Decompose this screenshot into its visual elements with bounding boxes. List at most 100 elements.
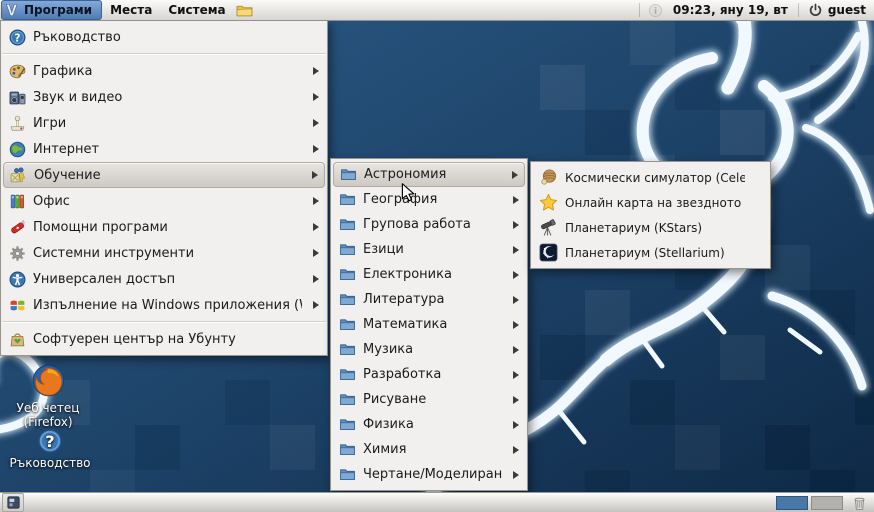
folder-icon	[339, 241, 356, 258]
menu-item[interactable]: Обучение	[3, 162, 325, 188]
menu-item[interactable]: Планетариум (KStars)	[531, 215, 770, 240]
submenu-arrow-icon	[313, 223, 319, 231]
menu-item[interactable]: Помощни програми	[1, 214, 327, 240]
applications-menu-label: Програми	[24, 3, 92, 17]
session-user-button[interactable]: guest	[803, 3, 874, 18]
desktop-icon-help[interactable]: ? Ръководство	[2, 428, 98, 470]
menu-item[interactable]: Изпълнение на Windows приложения (Wine)	[1, 292, 327, 318]
menu-item[interactable]: Групова работа	[331, 212, 527, 237]
sound-video-icon	[9, 89, 26, 106]
menu-item[interactable]: Чертане/Моделиране	[331, 462, 527, 487]
menu-item[interactable]: Математика	[331, 312, 527, 337]
folder-icon	[339, 391, 356, 408]
applications-menu-button[interactable]: Програми	[1, 0, 102, 20]
panel-menu-button[interactable]: Система	[160, 0, 233, 20]
folder-icon	[339, 266, 356, 283]
applications-menu: ? Ръководство Графика Звук и видео Игри	[0, 20, 328, 356]
trash-icon[interactable]	[851, 495, 868, 511]
star-icon	[539, 193, 558, 212]
panel-menu-button[interactable]: Места	[102, 0, 160, 20]
workspace-1[interactable]	[776, 496, 808, 510]
submenu-arrow-icon	[313, 197, 319, 205]
graphics-icon	[9, 63, 26, 80]
tray-separator	[639, 3, 640, 17]
software-center-icon	[9, 331, 26, 348]
folder-icon	[340, 166, 357, 183]
submenu-arrow-icon	[513, 296, 519, 304]
folder-icon	[339, 466, 356, 483]
submenu-arrow-icon	[513, 421, 519, 429]
menu-item[interactable]: Музика	[331, 337, 527, 362]
clock[interactable]: 09:23, яну 19, вт	[667, 3, 794, 17]
menu-item[interactable]: Рисуване	[331, 387, 527, 412]
submenu-arrow-icon	[513, 321, 519, 329]
menu-item[interactable]: Офис	[1, 188, 327, 214]
submenu-arrow-icon	[313, 249, 319, 257]
menu-item[interactable]: Електроника	[331, 262, 527, 287]
top-panel: Програми Места Система i 09:23, яну 19, …	[0, 0, 874, 21]
submenu-arrow-icon	[513, 346, 519, 354]
submenu-arrow-icon	[313, 145, 319, 153]
menu-item[interactable]: Езици	[331, 237, 527, 262]
menu-separator	[2, 53, 326, 55]
menu-item[interactable]: Физика	[331, 412, 527, 437]
menu-item[interactable]: Софтуерен център на Убунту	[1, 326, 327, 352]
menu-item[interactable]: Химия	[331, 437, 527, 462]
open-folder-icon[interactable]	[236, 3, 253, 18]
menu-item[interactable]: Космически симулатор (Celestia)	[531, 165, 770, 190]
menu-item[interactable]: Литература	[331, 287, 527, 312]
bottom-panel	[0, 492, 874, 512]
svg-text:?: ?	[45, 432, 54, 451]
session-user-label: guest	[828, 3, 866, 17]
distro-logo-icon	[4, 2, 21, 18]
menu-item[interactable]: Интернет	[1, 136, 327, 162]
submenu-arrow-icon	[313, 301, 319, 309]
svg-text:i: i	[654, 6, 657, 16]
submenu-arrow-icon	[513, 196, 519, 204]
submenu-arrow-icon	[313, 275, 319, 283]
menu-item[interactable]: Игри	[1, 110, 327, 136]
help-icon: ?	[2, 428, 98, 454]
submenu-arrow-icon	[313, 67, 319, 75]
folder-icon	[339, 216, 356, 233]
folder-icon	[339, 291, 356, 308]
svg-text:?: ?	[14, 31, 20, 44]
menu-item[interactable]: Системни инструменти	[1, 240, 327, 266]
menu-item[interactable]: Звук и видео	[1, 84, 327, 110]
submenu-arrow-icon	[513, 396, 519, 404]
menu-item[interactable]: География	[331, 187, 527, 212]
workspace-2[interactable]	[811, 496, 843, 510]
desktop-icon-label: (Firefox)	[0, 415, 96, 429]
menu-item[interactable]: Разработка	[331, 362, 527, 387]
submenu-arrow-icon	[313, 119, 319, 127]
menu-item[interactable]: Онлайн карта на звездното небе	[531, 190, 770, 215]
help-icon: ?	[9, 29, 26, 46]
office-icon	[9, 193, 26, 210]
submenu-arrow-icon	[513, 371, 519, 379]
wine-icon	[9, 297, 26, 314]
system-tray: i 09:23, яну 19, вт guest	[543, 0, 874, 20]
internet-icon	[9, 141, 26, 158]
show-desktop-button[interactable]	[2, 493, 24, 512]
info-icon[interactable]: i	[647, 3, 664, 18]
menu-item[interactable]: Астрономия	[333, 162, 525, 187]
menu-item[interactable]: Планетариум (Stellarium)	[531, 240, 770, 265]
submenu-arrow-icon	[513, 221, 519, 229]
astronomy-submenu: Космически симулатор (Celestia) Онлайн к…	[530, 161, 771, 269]
stellarium-icon	[539, 243, 558, 262]
accessories-icon	[9, 219, 26, 236]
firefox-icon	[0, 362, 96, 399]
education-icon	[10, 167, 27, 184]
submenu-arrow-icon	[512, 171, 518, 179]
kstars-icon	[539, 218, 558, 237]
desktop-icon-label: Ръководство	[2, 456, 98, 470]
menu-item[interactable]: ? Ръководство	[1, 24, 327, 50]
celestia-icon	[539, 168, 558, 187]
menu-item[interactable]: Универсален достъп	[1, 266, 327, 292]
tray-separator	[798, 3, 799, 17]
desktop-icon-firefox[interactable]: Уеб четец (Firefox)	[0, 362, 96, 429]
submenu-arrow-icon	[513, 271, 519, 279]
menu-item[interactable]: Графика	[1, 58, 327, 84]
folder-icon	[339, 191, 356, 208]
folder-icon	[339, 341, 356, 358]
